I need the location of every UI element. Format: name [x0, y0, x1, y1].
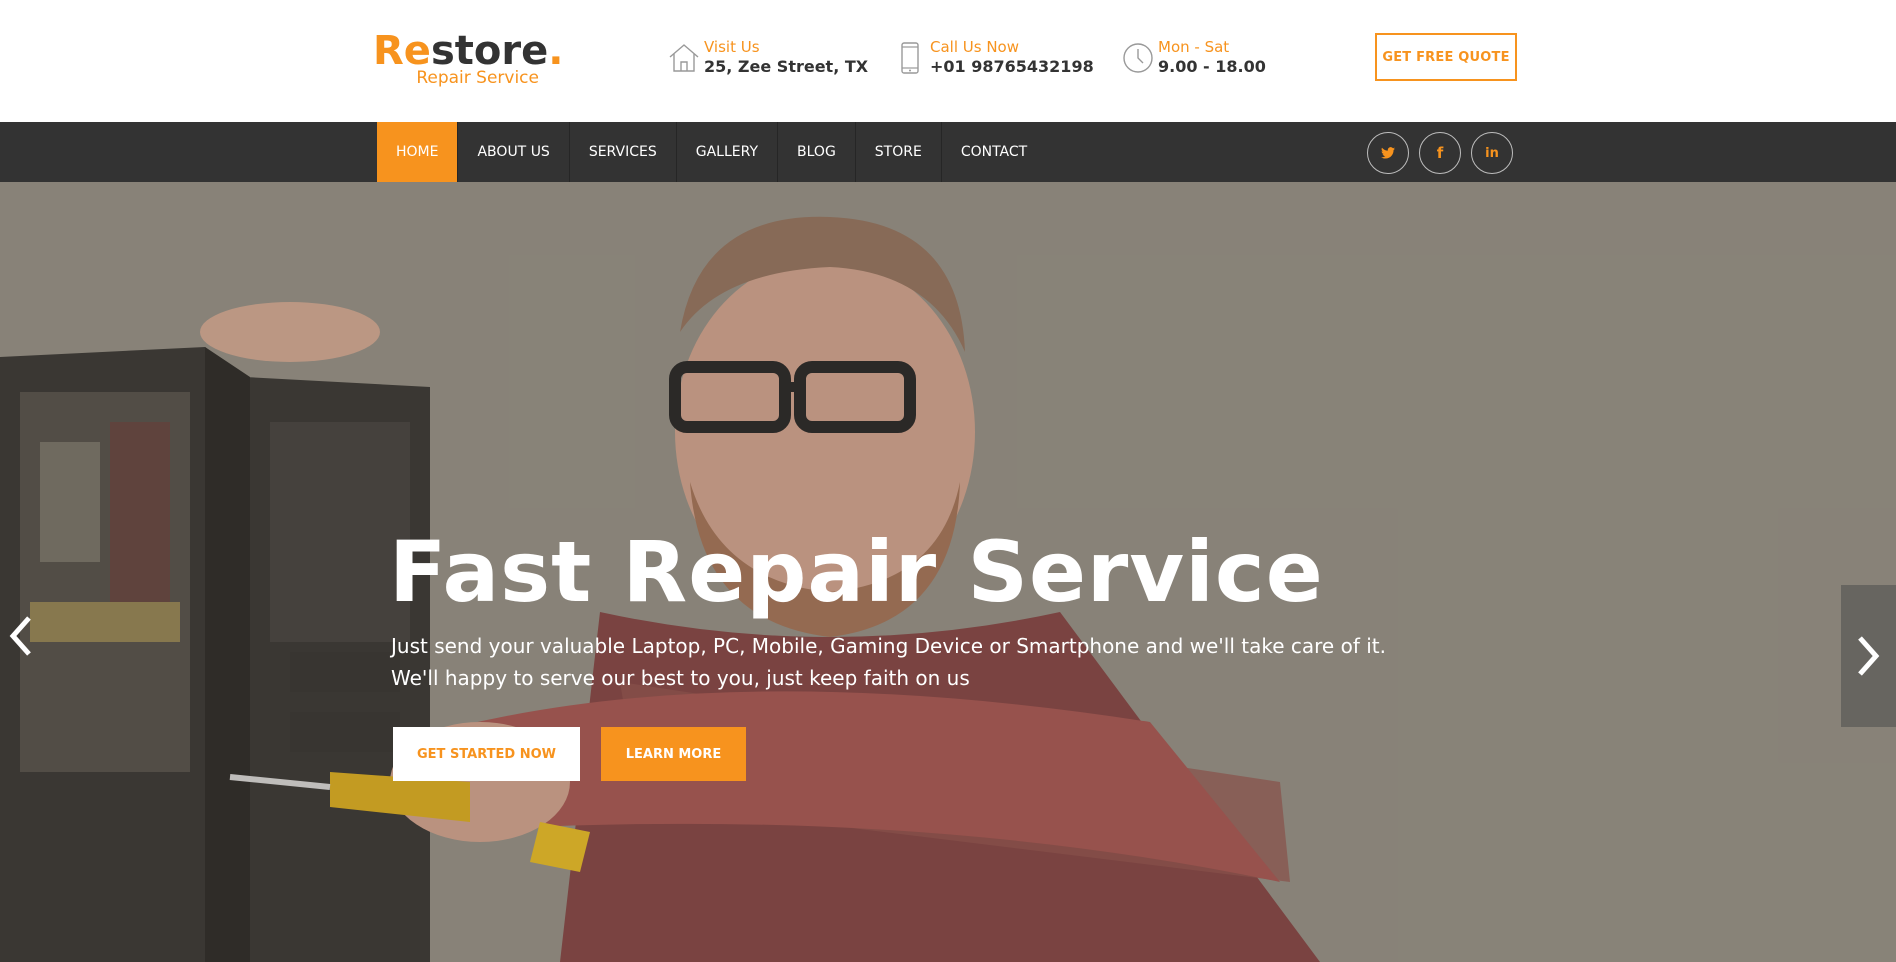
hero-slider: Fast Repair Service Just send your valua…	[0, 182, 1896, 962]
facebook-icon: f	[1436, 143, 1444, 162]
nav-item-about-us[interactable]: ABOUT US	[458, 122, 570, 182]
call-us-label: Call Us Now	[930, 38, 1019, 56]
house-icon	[669, 44, 699, 72]
twitter-button[interactable]	[1367, 132, 1409, 174]
days-label: Mon - Sat	[1158, 38, 1230, 56]
visit-us-label: Visit Us	[704, 38, 760, 56]
learn-more-button[interactable]: LEARN MORE	[601, 727, 746, 781]
nav-item-store[interactable]: STORE	[856, 122, 942, 182]
linkedin-icon: in	[1485, 145, 1499, 161]
hero-description-line-2: We'll happy to serve our best to you, ju…	[391, 666, 970, 690]
slider-prev-button[interactable]	[0, 606, 40, 666]
nav-item-home[interactable]: HOME	[377, 122, 459, 182]
hours-value: 9.00 - 18.00	[1158, 57, 1266, 76]
chevron-right-icon	[1857, 636, 1879, 676]
facebook-button[interactable]: f	[1419, 132, 1461, 174]
chevron-left-icon	[9, 616, 31, 656]
nav-item-services[interactable]: SERVICES	[570, 122, 677, 182]
top-header: Restore. Repair Service Visit Us 25, Zee…	[0, 0, 1896, 122]
logo[interactable]: Restore. Repair Service	[373, 28, 563, 90]
main-navbar: HOME ABOUT US SERVICES GALLERY BLOG STOR…	[0, 122, 1896, 182]
address-value: 25, Zee Street, TX	[704, 57, 869, 76]
get-started-button[interactable]: GET STARTED NOW	[393, 727, 580, 781]
nav-item-blog[interactable]: BLOG	[778, 122, 856, 182]
clock-icon	[1123, 43, 1153, 73]
twitter-icon	[1381, 147, 1395, 159]
opening-hours-info: Mon - Sat 9.00 - 18.00	[1122, 36, 1282, 80]
nav-item-contact[interactable]: CONTACT	[942, 122, 1046, 182]
logo-tagline: Repair Service	[416, 68, 539, 88]
visit-us-info: Visit Us 25, Zee Street, TX	[668, 36, 868, 80]
mobile-phone-icon	[901, 42, 919, 74]
slider-next-button[interactable]	[1841, 585, 1896, 727]
hero-description: Just send your valuable Laptop, PC, Mobi…	[391, 630, 1391, 694]
phone-value[interactable]: +01 98765432198	[930, 57, 1094, 77]
hero-title: Fast Repair Service	[389, 523, 1324, 621]
hero-description-line-1: Just send your valuable Laptop, PC, Mobi…	[391, 634, 1386, 658]
main-nav: HOME ABOUT US SERVICES GALLERY BLOG STOR…	[377, 122, 1046, 182]
get-free-quote-button[interactable]: GET FREE QUOTE	[1375, 33, 1517, 81]
call-us-info: Call Us Now +01 98765432198	[894, 36, 1094, 80]
linkedin-button[interactable]: in	[1471, 132, 1513, 174]
nav-item-gallery[interactable]: GALLERY	[677, 122, 779, 182]
